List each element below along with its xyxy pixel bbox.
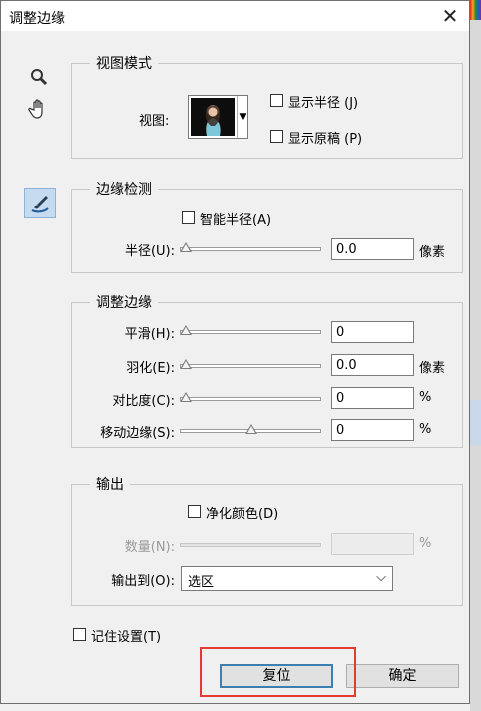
smooth-input[interactable]: 0 bbox=[331, 321, 414, 343]
show-radius-checkbox[interactable] bbox=[270, 94, 283, 107]
zoom-tool[interactable] bbox=[25, 63, 53, 91]
hand-tool[interactable] bbox=[25, 95, 53, 123]
slider-track bbox=[180, 397, 321, 401]
hand-icon bbox=[28, 99, 43, 119]
view-mode-picker[interactable]: ▼ bbox=[188, 95, 248, 139]
edge-detection-legend: 边缘检测 bbox=[96, 182, 152, 198]
color-swatches bbox=[470, 0, 481, 20]
dialog-title: 调整边缘 bbox=[9, 11, 65, 27]
view-mode-legend: 视图模式 bbox=[96, 56, 152, 72]
chevron-down-icon: ⌵ bbox=[376, 570, 386, 585]
refine-radius-tool[interactable] bbox=[24, 188, 56, 218]
slider-track bbox=[180, 330, 321, 334]
refine-edge-dialog: 调整边缘 ✕ 视图模式 视图: ▼ 显示半径 (J) 显示原稿 (P) 边缘检测… bbox=[0, 0, 470, 704]
slider-track bbox=[180, 364, 321, 368]
radius-unit: 像素 bbox=[419, 245, 446, 260]
decontaminate-label: 净化颜色(D) bbox=[206, 507, 279, 522]
output-to-value: 选区 bbox=[188, 575, 215, 590]
feather-input[interactable]: 0.0 bbox=[331, 354, 414, 376]
contrast-input[interactable]: 0 bbox=[331, 387, 414, 409]
slider-track bbox=[180, 247, 321, 251]
brush-icon bbox=[31, 196, 49, 213]
view-thumbnail bbox=[191, 98, 235, 136]
remember-settings-label: 记住设置(T) bbox=[91, 630, 162, 645]
show-radius-label: 显示半径 (J) bbox=[288, 96, 359, 111]
background-panel-highlight bbox=[470, 400, 481, 445]
background-canvas-strip bbox=[470, 0, 481, 711]
radius-slider[interactable] bbox=[180, 242, 321, 255]
smooth-slider[interactable] bbox=[180, 325, 321, 338]
smart-radius-label: 智能半径(A) bbox=[200, 213, 272, 228]
amount-slider[interactable] bbox=[180, 539, 321, 551]
title-bar: 调整边缘 ✕ bbox=[1, 1, 469, 31]
ok-button[interactable]: 确定 bbox=[346, 664, 459, 688]
shift-edge-input[interactable]: 0 bbox=[331, 419, 414, 441]
view-mode-group: 视图模式 bbox=[71, 53, 463, 159]
feather-slider[interactable] bbox=[180, 359, 321, 372]
magnifier-icon bbox=[31, 69, 48, 86]
shift-edge-slider[interactable] bbox=[180, 424, 321, 437]
contrast-slider[interactable] bbox=[180, 392, 321, 405]
show-original-checkbox[interactable] bbox=[270, 130, 283, 143]
show-original-label: 显示原稿 (P) bbox=[288, 132, 363, 147]
highlight-annotation-box bbox=[200, 647, 356, 697]
close-icon[interactable]: ✕ bbox=[437, 3, 463, 29]
output-to-select[interactable]: 选区 ⌵ bbox=[181, 566, 393, 591]
amount-label: 数量(N): bbox=[124, 540, 175, 555]
slider-thumb[interactable] bbox=[180, 325, 192, 335]
slider-track bbox=[180, 543, 321, 547]
chevron-down-icon: ▼ bbox=[237, 96, 248, 138]
slider-thumb[interactable] bbox=[245, 424, 257, 434]
feather-unit: 像素 bbox=[419, 361, 446, 376]
shift-edge-label: 移动边缘(S): bbox=[100, 426, 175, 441]
adjust-edge-legend: 调整边缘 bbox=[96, 295, 152, 311]
decontaminate-checkbox[interactable] bbox=[188, 505, 201, 518]
contrast-label: 对比度(C): bbox=[112, 394, 175, 409]
view-label: 视图: bbox=[139, 114, 170, 129]
output-to-label: 输出到(O): bbox=[111, 574, 175, 589]
remember-settings-checkbox[interactable] bbox=[73, 628, 86, 641]
radius-label: 半径(U): bbox=[124, 244, 175, 259]
radius-input[interactable]: 0.0 bbox=[331, 238, 414, 260]
slider-thumb[interactable] bbox=[180, 359, 192, 369]
contrast-unit: % bbox=[419, 390, 432, 405]
output-legend: 输出 bbox=[96, 477, 124, 493]
feather-label: 羽化(E): bbox=[126, 361, 175, 376]
smooth-label: 平滑(H): bbox=[124, 327, 175, 342]
amount-unit: % bbox=[419, 536, 432, 551]
smart-radius-checkbox[interactable] bbox=[182, 211, 195, 224]
slider-thumb[interactable] bbox=[180, 392, 192, 402]
shift-edge-unit: % bbox=[419, 422, 432, 437]
slider-thumb[interactable] bbox=[180, 242, 192, 252]
amount-input[interactable] bbox=[331, 533, 414, 555]
